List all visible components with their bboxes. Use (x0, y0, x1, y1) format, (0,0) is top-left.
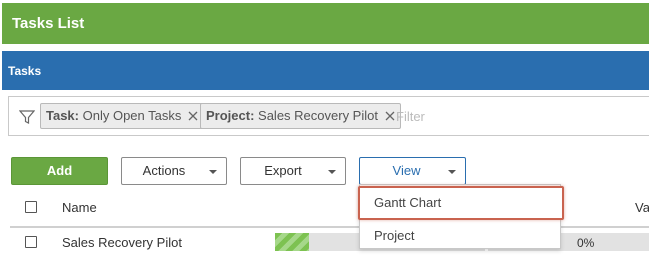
menu-item-project[interactable]: Project (360, 221, 560, 251)
menu-item-gantt-chart[interactable]: Gantt Chart (358, 186, 564, 220)
view-label: View (392, 163, 421, 178)
remove-filter-task-icon[interactable] (187, 110, 199, 122)
filter-chip-project[interactable]: Project: Sales Recovery Pilot (200, 103, 401, 129)
filter-chip-project-value: Sales Recovery Pilot (258, 108, 378, 123)
panel-header: Tasks (2, 51, 649, 90)
actions-label: Actions (142, 163, 186, 178)
filter-input[interactable]: Filter (396, 109, 425, 124)
row-checkbox[interactable] (25, 236, 37, 248)
filter-chip-project-key: Project: (206, 108, 255, 123)
value-percent: 0% (577, 236, 595, 250)
view-dropdown-menu: Gantt Chart Project (358, 184, 564, 251)
column-header-name[interactable]: Name (62, 200, 97, 215)
app-header: Tasks List (2, 3, 649, 44)
select-all-checkbox[interactable] (25, 201, 37, 213)
row-name[interactable]: Sales Recovery Pilot (62, 235, 182, 250)
filter-chip-task[interactable]: Task: Only Open Tasks (40, 103, 205, 129)
chevron-down-icon (448, 170, 456, 174)
filter-funnel-icon[interactable] (19, 109, 35, 125)
chevron-down-icon (328, 170, 336, 174)
filter-bar[interactable]: Task: Only Open Tasks Project: Sales Rec… (8, 96, 649, 136)
column-header-value[interactable]: Va (635, 200, 649, 215)
actions-dropdown[interactable]: Actions (121, 157, 227, 185)
filter-chip-task-key: Task: (46, 108, 79, 123)
remove-filter-project-icon[interactable] (384, 110, 396, 122)
export-label: Export (264, 163, 302, 178)
progress-fill (275, 233, 309, 251)
add-button[interactable]: Add (11, 157, 108, 185)
export-dropdown[interactable]: Export (240, 157, 346, 185)
view-dropdown[interactable]: View (359, 157, 466, 185)
chevron-down-icon (209, 170, 217, 174)
filter-chip-task-value: Only Open Tasks (82, 108, 182, 123)
panel-title: Tasks (8, 64, 42, 78)
app-title: Tasks List (12, 15, 85, 32)
